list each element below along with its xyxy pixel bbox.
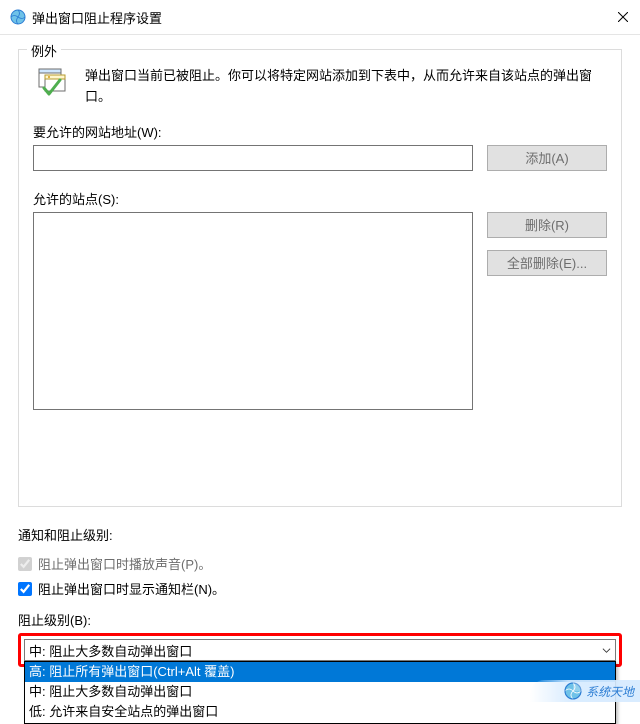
blocking-level-label: 阻止级别(B):: [18, 610, 622, 629]
titlebar: 弹出窗口阻止程序设置: [0, 0, 640, 35]
close-button[interactable]: [606, 0, 640, 34]
blocking-level-option-high[interactable]: 高: 阻止所有弹出窗口(Ctrl+Alt 覆盖): [25, 662, 615, 682]
blocking-level-highlight: 中: 阻止大多数自动弹出窗口 高: 阻止所有弹出窗口(Ctrl+Alt 覆盖) …: [18, 633, 622, 667]
play-sound-checkbox-row: 阻止弹出窗口时播放声音(P)。: [18, 554, 622, 573]
watermark: 系统天地: [530, 680, 640, 702]
blocking-level-select[interactable]: 中: 阻止大多数自动弹出窗口: [24, 639, 616, 661]
show-infobar-checkbox[interactable]: [18, 582, 32, 596]
watermark-globe-icon: [564, 682, 582, 700]
delete-all-button[interactable]: 全部删除(E)...: [487, 250, 607, 276]
exceptions-group: 例外 弹出窗口当前已被阻止。你可以将特定网站添加到下表中，从而允许来自该站点的弹…: [18, 49, 622, 507]
allowed-sites-list[interactable]: [33, 212, 473, 410]
blocking-level-dropdown: 高: 阻止所有弹出窗口(Ctrl+Alt 覆盖) 中: 阻止大多数自动弹出窗口 …: [24, 661, 616, 724]
show-infobar-checkbox-row: 阻止弹出窗口时显示通知栏(N)。: [18, 579, 622, 598]
add-button[interactable]: 添加(A): [487, 145, 607, 171]
allowed-sites-label: 允许的站点(S):: [33, 189, 607, 208]
popup-allowed-icon: [37, 66, 69, 98]
close-icon: [618, 12, 628, 22]
allowed-sites-row: 删除(R) 全部删除(E)...: [33, 212, 607, 410]
blocking-level-combo[interactable]: 中: 阻止大多数自动弹出窗口 高: 阻止所有弹出窗口(Ctrl+Alt 覆盖) …: [24, 639, 616, 661]
address-row: 添加(A): [33, 145, 607, 171]
window-body: 例外 弹出窗口当前已被阻止。你可以将特定网站添加到下表中，从而允许来自该站点的弹…: [0, 35, 640, 667]
intro-row: 弹出窗口当前已被阻止。你可以将特定网站添加到下表中，从而允许来自该站点的弹出窗口…: [33, 66, 607, 108]
blocking-level-option-low[interactable]: 低: 允许来自安全站点的弹出窗口: [25, 702, 615, 722]
intro-text: 弹出窗口当前已被阻止。你可以将特定网站添加到下表中，从而允许来自该站点的弹出窗口…: [85, 66, 607, 108]
play-sound-label: 阻止弹出窗口时播放声音(P)。: [38, 554, 211, 573]
address-input[interactable]: [33, 145, 473, 171]
notifications-section-label: 通知和阻止级别:: [18, 525, 622, 544]
address-label: 要允许的网站地址(W):: [33, 122, 607, 141]
exceptions-legend: 例外: [27, 41, 61, 60]
popup-blocker-settings-window: 弹出窗口阻止程序设置 例外: [0, 0, 640, 702]
blocking-level-selected: 中: 阻止大多数自动弹出窗口: [29, 641, 192, 660]
blocking-level-option-medium[interactable]: 中: 阻止大多数自动弹出窗口: [25, 682, 615, 702]
play-sound-checkbox[interactable]: [18, 557, 32, 571]
delete-button[interactable]: 删除(R): [487, 212, 607, 238]
watermark-text: 系统天地: [586, 683, 634, 700]
globe-icon: [10, 9, 26, 25]
show-infobar-label: 阻止弹出窗口时显示通知栏(N)。: [38, 579, 225, 598]
window-title: 弹出窗口阻止程序设置: [32, 8, 606, 27]
